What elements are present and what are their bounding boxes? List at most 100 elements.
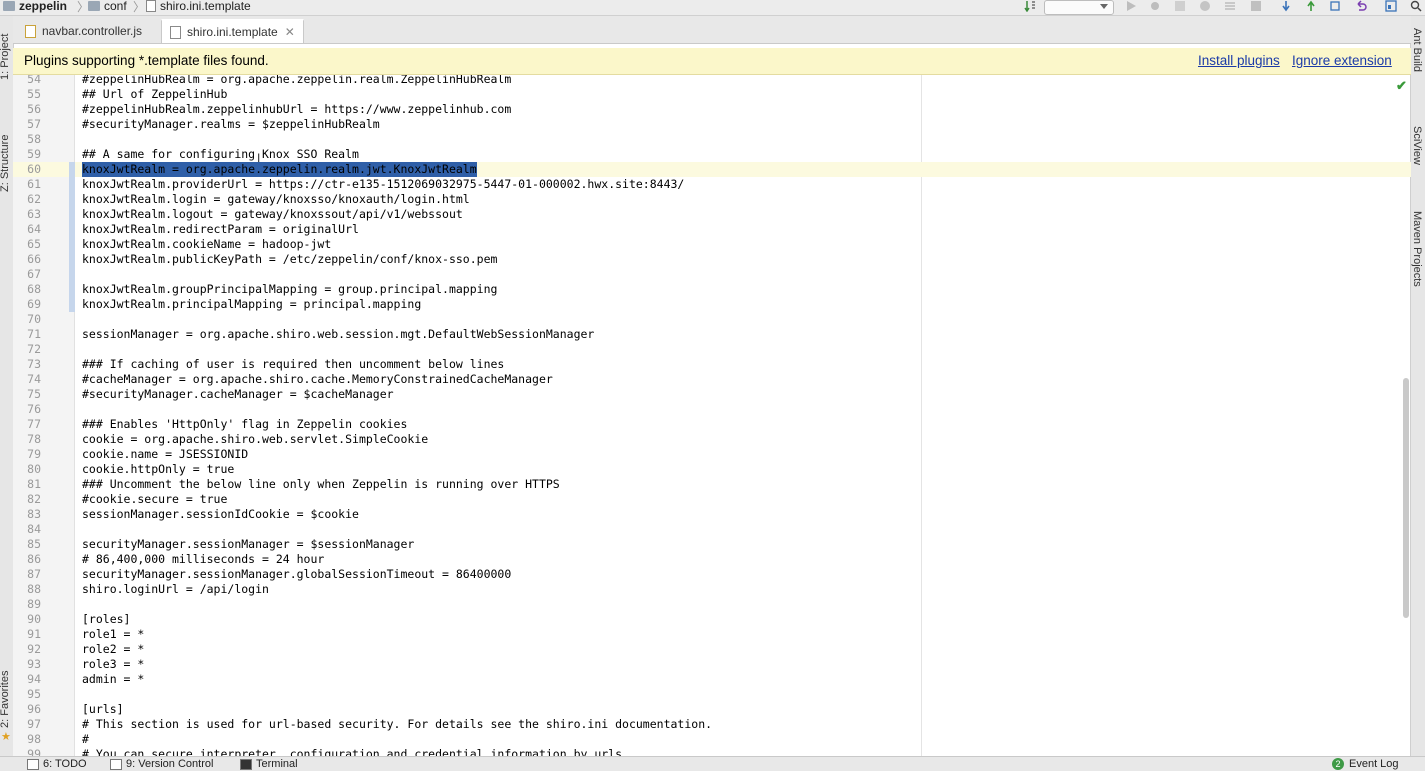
terminal-button[interactable]: Terminal [240, 757, 298, 771]
structure-panel-button[interactable]: Z: Structure [0, 135, 11, 192]
breadcrumb-item-zeppelin[interactable]: zeppelin [3, 0, 67, 13]
profile-icon[interactable] [1199, 0, 1211, 12]
code-line[interactable]: 59 ## A same for configuring Knox SSO Rea… [13, 147, 1411, 162]
revert-icon[interactable] [1355, 0, 1367, 12]
code-line[interactable]: 56 #zeppelinHubRealm.zeppelinhubUrl = htt… [13, 102, 1411, 117]
coverage-icon[interactable] [1174, 0, 1186, 12]
ignore-extension-link[interactable]: Ignore extension [1292, 53, 1392, 68]
code-line[interactable]: 92 role2 = * [13, 642, 1411, 657]
favorites-panel-button[interactable]: 2: Favorites [0, 671, 11, 728]
code-line[interactable]: 87 securityManager.sessionManager.globalS… [13, 567, 1411, 582]
code-line[interactable]: 63 knoxJwtRealm.logout = gateway/knoxssou… [13, 207, 1411, 222]
code-line[interactable]: 61 knoxJwtRealm.providerUrl = https://ctr… [13, 177, 1411, 192]
tab-shiro-ini-template[interactable]: shiro.ini.template ✕ [161, 19, 304, 43]
code-line[interactable]: 88 shiro.loginUrl = /api/login [13, 582, 1411, 597]
code-line[interactable]: 94 admin = * [13, 672, 1411, 687]
vcs-change-marker[interactable] [69, 297, 75, 312]
code-text: #cacheManager = org.apache.shiro.cache.M… [82, 372, 553, 386]
vcs-update-icon[interactable] [1280, 0, 1292, 12]
code-line[interactable]: 72 [13, 342, 1411, 357]
code-line[interactable]: 77 ### Enables 'HttpOnly' flag in Zeppeli… [13, 417, 1411, 432]
code-line[interactable]: 74 #cacheManager = org.apache.shiro.cache… [13, 372, 1411, 387]
code-line[interactable]: 78 cookie = org.apache.shiro.web.servlet.… [13, 432, 1411, 447]
editor-scrollbar[interactable] [1403, 378, 1409, 618]
code-line[interactable]: 54 #zeppelinHubRealm = org.apache.zeppeli… [13, 75, 1411, 87]
code-editor[interactable]: 54 #zeppelinHubRealm = org.apache.zeppeli… [13, 75, 1411, 756]
code-line[interactable]: 76 [13, 402, 1411, 417]
code-line[interactable]: 83 sessionManager.sessionIdCookie = $cook… [13, 507, 1411, 522]
code-line[interactable]: 66 knoxJwtRealm.publicKeyPath = /etc/zepp… [13, 252, 1411, 267]
code-line[interactable]: 84 [13, 522, 1411, 537]
event-log-button[interactable]: 2 Event Log [1332, 757, 1399, 771]
code-line[interactable]: 91 role1 = * [13, 627, 1411, 642]
build-icon[interactable] [1224, 0, 1236, 12]
folder-icon [3, 0, 15, 11]
code-line[interactable]: 71 sessionManager = org.apache.shiro.web.… [13, 327, 1411, 342]
code-line[interactable]: 62 knoxJwtRealm.login = gateway/knoxsso/k… [13, 192, 1411, 207]
maven-projects-panel-button[interactable]: Maven Projects [1411, 211, 1423, 287]
code-line[interactable]: 90 [roles] [13, 612, 1411, 627]
code-text: #securityManager.realms = $zeppelinHubRe… [82, 117, 380, 131]
version-control-button[interactable]: 9: Version Control [110, 757, 213, 771]
breadcrumb-item-file[interactable]: shiro.ini.template [146, 0, 251, 13]
vcs-change-marker[interactable] [69, 222, 75, 237]
left-tool-strip: 1: Project Z: Structure 2: Favorites ★ [0, 16, 14, 756]
debug-icon[interactable] [1149, 0, 1161, 12]
code-line[interactable]: 96 [urls] [13, 702, 1411, 717]
vcs-change-marker[interactable] [69, 162, 75, 177]
code-line[interactable]: 79 cookie.name = JSESSIONID [13, 447, 1411, 462]
code-line[interactable]: 70 [13, 312, 1411, 327]
code-line[interactable]: 73 ### If caching of user is required the… [13, 357, 1411, 372]
tab-navbar-controller[interactable]: navbar.controller.js [17, 19, 150, 43]
code-line[interactable]: 68 knoxJwtRealm.groupPrincipalMapping = g… [13, 282, 1411, 297]
install-plugins-link[interactable]: Install plugins [1198, 53, 1280, 68]
ant-build-panel-button[interactable]: Ant Build [1411, 28, 1423, 72]
code-line[interactable]: 97 # This section is used for url-based s… [13, 717, 1411, 732]
close-icon[interactable]: ✕ [285, 25, 295, 39]
code-line[interactable]: 95 [13, 687, 1411, 702]
vcs-change-marker[interactable] [69, 192, 75, 207]
search-icon[interactable] [1410, 0, 1422, 12]
code-line[interactable]: 58 [13, 132, 1411, 147]
code-line[interactable]: 86 # 86,400,000 milliseconds = 24 hour [13, 552, 1411, 567]
project-structure-icon[interactable] [1385, 0, 1397, 12]
vcs-history-icon[interactable] [1330, 0, 1342, 12]
breadcrumb-separator: 〉 [133, 0, 146, 14]
project-panel-button[interactable]: 1: Project [0, 34, 11, 80]
code-line[interactable]: 67 [13, 267, 1411, 282]
code-line[interactable]: 55 ## Url of ZeppelinHub [13, 87, 1411, 102]
stop-icon[interactable] [1250, 0, 1262, 12]
line-number: 84 [27, 522, 41, 536]
code-line[interactable]: 85 securityManager.sessionManager = $sess… [13, 537, 1411, 552]
code-line[interactable]: 99 # You can secure interpreter, configur… [13, 747, 1411, 756]
code-line[interactable]: 60 knoxJwtRealm = org.apache.zeppelin.rea… [13, 162, 1411, 177]
vcs-change-marker[interactable] [69, 267, 75, 282]
file-icon [170, 25, 181, 39]
run-icon[interactable] [1125, 0, 1137, 12]
vcs-change-marker[interactable] [69, 252, 75, 267]
code-line[interactable]: 75 #securityManager.cacheManager = $cache… [13, 387, 1411, 402]
vcs-change-marker[interactable] [69, 207, 75, 222]
line-number: 71 [27, 327, 41, 341]
vcs-commit-icon[interactable] [1305, 0, 1317, 12]
code-line[interactable]: 82 #cookie.secure = true [13, 492, 1411, 507]
code-line[interactable]: 81 ### Uncomment the below line only when… [13, 477, 1411, 492]
code-line[interactable]: 64 knoxJwtRealm.redirectParam = originalU… [13, 222, 1411, 237]
code-line[interactable]: 57 #securityManager.realms = $zeppelinHub… [13, 117, 1411, 132]
checkmark-icon: ✔ [1396, 78, 1407, 93]
sort-icon[interactable] [1024, 0, 1036, 12]
vcs-change-marker[interactable] [69, 177, 75, 192]
breadcrumb-item-conf[interactable]: conf [88, 0, 127, 13]
code-line[interactable]: 89 [13, 597, 1411, 612]
code-line[interactable]: 98 # [13, 732, 1411, 747]
line-number: 95 [27, 687, 41, 701]
code-line[interactable]: 65 knoxJwtRealm.cookieName = hadoop-jwt [13, 237, 1411, 252]
vcs-change-marker[interactable] [69, 237, 75, 252]
run-configuration-select[interactable] [1044, 0, 1114, 15]
sciview-panel-button[interactable]: SciView [1411, 126, 1423, 165]
code-line[interactable]: 93 role3 = * [13, 657, 1411, 672]
vcs-change-marker[interactable] [69, 282, 75, 297]
code-line[interactable]: 69 knoxJwtRealm.principalMapping = princi… [13, 297, 1411, 312]
code-line[interactable]: 80 cookie.httpOnly = true [13, 462, 1411, 477]
todo-button[interactable]: 6: TODO [27, 757, 87, 771]
